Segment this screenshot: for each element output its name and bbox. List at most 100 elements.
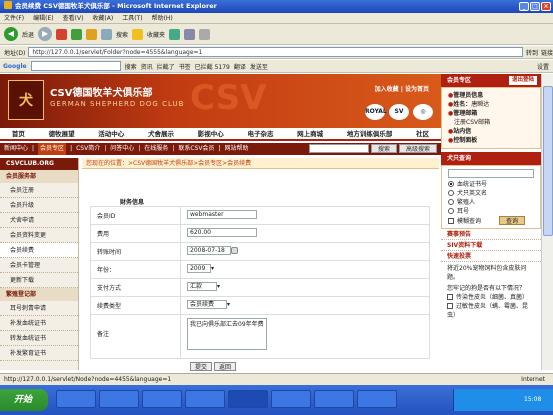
section-events[interactable]: 赛事预告 bbox=[441, 229, 541, 240]
sidebar-item-card-manage[interactable]: 会员卡管理 bbox=[0, 258, 78, 273]
address-input[interactable]: http://127.0.0.1/servlet/Folder?node=455… bbox=[28, 47, 523, 57]
google-item-news[interactable]: 资讯 bbox=[141, 62, 153, 71]
google-item-send[interactable]: 发送至 bbox=[250, 62, 268, 71]
nav-community[interactable]: 社区 bbox=[416, 128, 429, 139]
payment-method-select[interactable]: 汇款 bbox=[187, 282, 217, 291]
sidebar-item-renewal[interactable]: 会员续费 bbox=[0, 243, 78, 258]
sidebar-item-kennel-apply[interactable]: 犬舍申请 bbox=[0, 213, 78, 228]
query-button[interactable]: 查询 bbox=[499, 216, 526, 225]
logout-button[interactable]: 退出登陆 bbox=[508, 76, 537, 85]
back-button[interactable]: 返回 bbox=[214, 362, 237, 371]
refresh-icon[interactable] bbox=[71, 28, 83, 40]
subnav-service[interactable]: 在线服务 bbox=[144, 143, 168, 155]
section-downloads[interactable]: SIV资料下载 bbox=[441, 240, 541, 251]
history-icon[interactable] bbox=[169, 28, 181, 40]
menu-help[interactable]: 帮助(H) bbox=[152, 15, 173, 22]
back-label[interactable]: 后退 bbox=[22, 30, 34, 39]
google-item-popups[interactable]: 已拦截 5179 bbox=[195, 62, 230, 71]
google-item-blocked[interactable]: 拦截了 bbox=[157, 62, 175, 71]
subnav-contact[interactable]: 联系CSV会员 bbox=[178, 143, 214, 155]
dog-search-input[interactable] bbox=[448, 169, 534, 178]
submit-button[interactable]: 提交 bbox=[190, 362, 213, 371]
radio-english-name[interactable] bbox=[448, 190, 454, 196]
admin-info-link[interactable]: 管理员信息 bbox=[453, 92, 483, 99]
task-button-2[interactable] bbox=[99, 390, 139, 408]
scrollbar-thumb[interactable] bbox=[543, 86, 553, 236]
radio-breeder[interactable] bbox=[448, 199, 454, 205]
menu-favorites[interactable]: 收藏(A) bbox=[92, 15, 113, 22]
nav-video[interactable]: 影视中心 bbox=[198, 128, 224, 139]
radio-ear-number[interactable] bbox=[448, 208, 454, 214]
favorites-label[interactable]: 收藏夹 bbox=[147, 30, 165, 39]
subnav-help[interactable]: 网站帮助 bbox=[224, 143, 248, 155]
section-vote[interactable]: 快速投票 bbox=[441, 251, 541, 262]
subnav-about[interactable]: CSV简介 bbox=[76, 143, 100, 155]
advanced-search-button[interactable]: 高级搜索 bbox=[398, 144, 437, 153]
fuzzy-checkbox[interactable] bbox=[448, 218, 454, 224]
renewal-type-select[interactable]: 会员续费 bbox=[187, 300, 227, 309]
close-button[interactable]: × bbox=[541, 2, 551, 11]
home-icon[interactable] bbox=[86, 28, 98, 40]
nav-magazine[interactable]: 电子杂志 bbox=[247, 128, 273, 139]
nav-shop[interactable]: 网上商城 bbox=[297, 128, 323, 139]
menu-edit[interactable]: 编辑(E) bbox=[33, 15, 53, 22]
fee-input[interactable]: 620.00 bbox=[187, 228, 257, 237]
chevron-down-icon[interactable]: ▾ bbox=[211, 265, 214, 272]
register-mail-link[interactable]: 注册CSV邮箱 bbox=[448, 118, 534, 127]
nav-events[interactable]: 活动中心 bbox=[98, 128, 124, 139]
calendar-icon[interactable] bbox=[231, 247, 238, 254]
vertical-scrollbar[interactable] bbox=[541, 74, 553, 370]
search-icon[interactable] bbox=[101, 28, 113, 40]
task-button-ie[interactable] bbox=[228, 390, 268, 408]
task-button-8[interactable] bbox=[357, 390, 397, 408]
vote-option-2-checkbox[interactable] bbox=[447, 303, 453, 309]
site-search-button[interactable]: 搜索 bbox=[370, 144, 397, 153]
nav-home[interactable]: 首页 bbox=[12, 128, 25, 139]
remark-textarea[interactable]: 我已向俱乐部汇去09年年费 bbox=[187, 318, 267, 350]
admin-mail-link[interactable]: 管理邮箱 bbox=[453, 110, 477, 117]
menu-file[interactable]: 文件(F) bbox=[4, 15, 24, 22]
sidebar-item-upgrade[interactable]: 会员升级 bbox=[0, 198, 78, 213]
sponsor-royal[interactable]: ROYAL bbox=[365, 104, 387, 120]
subnav-news[interactable]: 新闻中心 bbox=[4, 143, 28, 155]
sidebar-item-pedigree-reissue[interactable]: 补发血统证书 bbox=[0, 316, 78, 331]
sidebar-item-profile-change[interactable]: 会员资料变更 bbox=[0, 228, 78, 243]
member-id-input[interactable]: webmaster bbox=[187, 210, 257, 219]
task-button-7[interactable] bbox=[314, 390, 354, 408]
google-item-translate[interactable]: 翻译 bbox=[234, 62, 246, 71]
chevron-down-icon[interactable]: ▾ bbox=[217, 283, 220, 290]
add-favorite-link[interactable]: 加入收藏 bbox=[375, 86, 399, 93]
search-label[interactable]: 搜索 bbox=[116, 30, 128, 39]
vote-option-1-checkbox[interactable] bbox=[447, 294, 453, 300]
google-search-button[interactable]: 搜索 bbox=[125, 62, 137, 71]
sidebar-item-downloads[interactable]: 更新下载 bbox=[0, 273, 78, 288]
nav-outlook[interactable]: 德牧展望 bbox=[49, 128, 75, 139]
sidebar-item-tattoo-apply[interactable]: 耳号刺青申请 bbox=[0, 301, 78, 316]
task-button-4[interactable] bbox=[185, 390, 225, 408]
nav-kennels[interactable]: 犬舍展示 bbox=[148, 128, 174, 139]
links-label[interactable]: 链接 bbox=[541, 48, 553, 57]
menu-tools[interactable]: 工具(T) bbox=[122, 15, 142, 22]
task-button-3[interactable] bbox=[142, 390, 182, 408]
favorites-icon[interactable] bbox=[132, 28, 144, 40]
site-search-input[interactable] bbox=[308, 144, 369, 153]
print-icon[interactable] bbox=[199, 28, 211, 40]
sponsor-sv[interactable]: SV bbox=[389, 104, 409, 120]
google-item-bookmarks[interactable]: 书签 bbox=[179, 62, 191, 71]
google-settings[interactable]: 设置 bbox=[537, 62, 549, 71]
maximize-button[interactable]: □ bbox=[530, 2, 540, 11]
sponsor-3[interactable]: ◎ bbox=[413, 104, 433, 120]
chevron-down-icon[interactable]: ▾ bbox=[227, 301, 230, 308]
menu-view[interactable]: 查看(V) bbox=[63, 15, 84, 22]
transfer-time-input[interactable]: 2008-07-18 bbox=[187, 246, 231, 255]
sidebar-item-breeding-cert[interactable]: 补发繁育证书 bbox=[0, 346, 78, 361]
start-button[interactable]: 开始 bbox=[0, 389, 48, 411]
year-select[interactable]: 2009 bbox=[187, 264, 211, 273]
sidebar-item-pedigree-transfer[interactable]: 转发血统证书 bbox=[0, 331, 78, 346]
go-button[interactable]: 转到 bbox=[526, 48, 538, 57]
back-icon[interactable]: ◀ bbox=[4, 27, 18, 41]
stop-icon[interactable] bbox=[56, 28, 68, 40]
minimize-button[interactable]: _ bbox=[519, 2, 529, 11]
inbox-link[interactable]: 站内信 bbox=[453, 128, 471, 135]
subnav-members[interactable]: 会员专区 bbox=[38, 143, 67, 155]
